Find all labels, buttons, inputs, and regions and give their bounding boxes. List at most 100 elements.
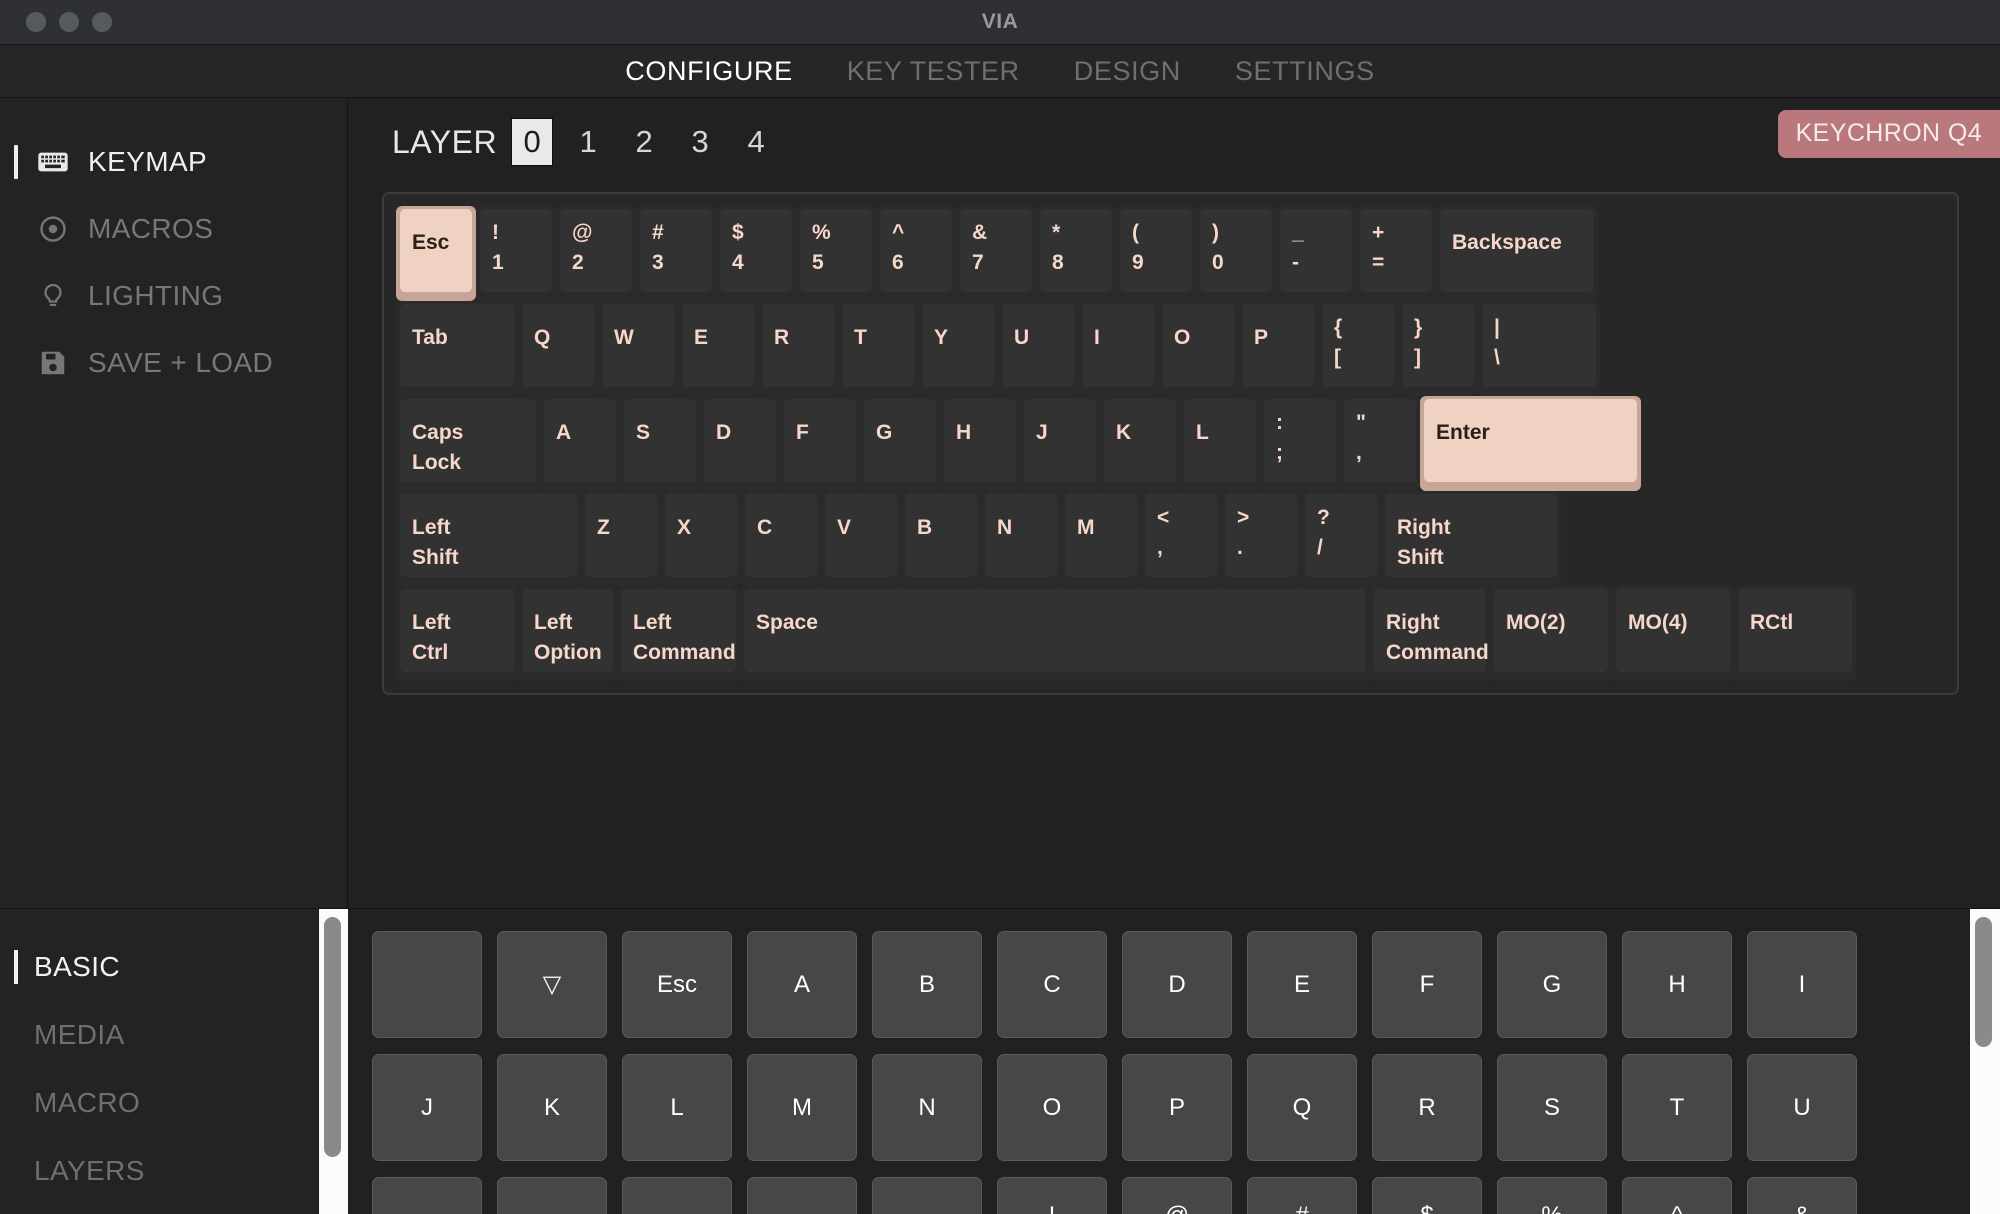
picker-key-e[interactable]: E: [1247, 931, 1357, 1038]
picker-key-x[interactable]: X: [622, 1177, 732, 1214]
picker-key-a[interactable]: A: [747, 931, 857, 1038]
keycap-2[interactable]: @2: [556, 206, 636, 301]
picker-key-k[interactable]: K: [497, 1054, 607, 1161]
keycap-p[interactable]: P: [1238, 301, 1318, 396]
keycap--[interactable]: ?/: [1301, 491, 1381, 586]
category-media[interactable]: MEDIA: [0, 1001, 318, 1069]
category-special[interactable]: SPECIAL: [0, 1205, 318, 1214]
keycap-7[interactable]: &7: [956, 206, 1036, 301]
keycap-a[interactable]: A: [540, 396, 620, 491]
keycap-b[interactable]: B: [901, 491, 981, 586]
picker-key-7[interactable]: &7: [1747, 1177, 1857, 1214]
picker-key-s[interactable]: S: [1497, 1054, 1607, 1161]
keycap--[interactable]: {[: [1318, 301, 1398, 396]
picker-key-v[interactable]: V: [372, 1177, 482, 1214]
keycap-right-command[interactable]: RightCommand: [1370, 586, 1490, 681]
picker-key-6[interactable]: ^6: [1622, 1177, 1732, 1214]
keycap--[interactable]: :;: [1260, 396, 1340, 491]
keycap-x[interactable]: X: [661, 491, 741, 586]
picker-key-f[interactable]: F: [1372, 931, 1482, 1038]
layer-button-0[interactable]: 0: [511, 118, 553, 166]
keycap-g[interactable]: G: [860, 396, 940, 491]
keycap-left-shift[interactable]: LeftShift: [396, 491, 581, 586]
keycap-tab[interactable]: Tab: [396, 301, 518, 396]
picker-key-p[interactable]: P: [1122, 1054, 1232, 1161]
keycap-j[interactable]: J: [1020, 396, 1100, 491]
tab-design[interactable]: DESIGN: [1074, 56, 1181, 87]
keycap-v[interactable]: V: [821, 491, 901, 586]
keycap-6[interactable]: ^6: [876, 206, 956, 301]
picker-key-c[interactable]: C: [997, 931, 1107, 1038]
category-layers[interactable]: LAYERS: [0, 1137, 318, 1205]
key-picker-scrollbar[interactable]: [1970, 909, 2000, 1214]
keycap-s[interactable]: S: [620, 396, 700, 491]
sidebar-item-keymap[interactable]: KEYMAP: [0, 128, 347, 195]
keycap-mo-2-[interactable]: MO(2): [1490, 586, 1612, 681]
keycap-l[interactable]: L: [1180, 396, 1260, 491]
keycap-0[interactable]: )0: [1196, 206, 1276, 301]
picker-key-z[interactable]: Z: [872, 1177, 982, 1214]
picker-key-esc[interactable]: Esc: [622, 931, 732, 1038]
picker-key-b[interactable]: B: [872, 931, 982, 1038]
keycap-y[interactable]: Y: [918, 301, 998, 396]
keycap-space[interactable]: Space: [740, 586, 1370, 681]
keycap--[interactable]: }]: [1398, 301, 1478, 396]
category-macro[interactable]: MACRO: [0, 1069, 318, 1137]
category-scrollbar[interactable]: [318, 909, 348, 1214]
picker-key-w[interactable]: W: [497, 1177, 607, 1214]
keycap-n[interactable]: N: [981, 491, 1061, 586]
keycap-f[interactable]: F: [780, 396, 860, 491]
keycap-3[interactable]: #3: [636, 206, 716, 301]
keycap-4[interactable]: $4: [716, 206, 796, 301]
keycap-backspace[interactable]: Backspace: [1436, 206, 1598, 301]
sidebar-item-lighting[interactable]: LIGHTING: [0, 262, 347, 329]
keycap--[interactable]: |\: [1478, 301, 1600, 396]
picker-key-2[interactable]: @2: [1122, 1177, 1232, 1214]
picker-key-m[interactable]: M: [747, 1054, 857, 1161]
keycap-r[interactable]: R: [758, 301, 838, 396]
keycap-8[interactable]: *8: [1036, 206, 1116, 301]
keycap-c[interactable]: C: [741, 491, 821, 586]
layer-button-1[interactable]: 1: [567, 118, 609, 166]
keycap-u[interactable]: U: [998, 301, 1078, 396]
picker-key-j[interactable]: J: [372, 1054, 482, 1161]
keycap-9[interactable]: (9: [1116, 206, 1196, 301]
keycap-left-command[interactable]: LeftCommand: [617, 586, 740, 681]
category-basic[interactable]: BASIC: [0, 933, 318, 1001]
keycap-right-shift[interactable]: RightShift: [1381, 491, 1561, 586]
sidebar-item-save-load[interactable]: SAVE + LOAD: [0, 329, 347, 396]
device-badge[interactable]: KEYCHRON Q4: [1778, 110, 2000, 158]
keycap-rctl[interactable]: RCtl: [1734, 586, 1856, 681]
keycap--[interactable]: ",: [1340, 396, 1420, 491]
keycap-e[interactable]: E: [678, 301, 758, 396]
picker-key-i[interactable]: I: [1747, 931, 1857, 1038]
picker-key--[interactable]: ▽: [497, 931, 607, 1038]
sidebar-item-macros[interactable]: MACROS: [0, 195, 347, 262]
keycap--[interactable]: <,: [1141, 491, 1221, 586]
tab-configure[interactable]: CONFIGURE: [625, 56, 792, 87]
picker-key-1[interactable]: !1: [997, 1177, 1107, 1214]
keycap-t[interactable]: T: [838, 301, 918, 396]
picker-key-g[interactable]: G: [1497, 931, 1607, 1038]
picker-key-l[interactable]: L: [622, 1054, 732, 1161]
picker-key-u[interactable]: U: [1747, 1054, 1857, 1161]
scrollbar-thumb[interactable]: [1975, 917, 1992, 1047]
keycap-k[interactable]: K: [1100, 396, 1180, 491]
picker-key-d[interactable]: D: [1122, 931, 1232, 1038]
keycap-5[interactable]: %5: [796, 206, 876, 301]
keycap-left-option[interactable]: LeftOption: [518, 586, 617, 681]
picker-key-5[interactable]: %5: [1497, 1177, 1607, 1214]
keycap--[interactable]: >.: [1221, 491, 1301, 586]
picker-key-r[interactable]: R: [1372, 1054, 1482, 1161]
picker-key-4[interactable]: $4: [1372, 1177, 1482, 1214]
layer-button-4[interactable]: 4: [735, 118, 777, 166]
picker-key-y[interactable]: Y: [747, 1177, 857, 1214]
keycap-1[interactable]: !1: [476, 206, 556, 301]
picker-key-n[interactable]: N: [872, 1054, 982, 1161]
scrollbar-thumb[interactable]: [324, 917, 341, 1157]
keycap-mo-4-[interactable]: MO(4): [1612, 586, 1734, 681]
keycap-left-ctrl[interactable]: LeftCtrl: [396, 586, 518, 681]
keycap-w[interactable]: W: [598, 301, 678, 396]
picker-key-blank[interactable]: [372, 931, 482, 1038]
keycap-esc[interactable]: Esc: [396, 206, 476, 301]
